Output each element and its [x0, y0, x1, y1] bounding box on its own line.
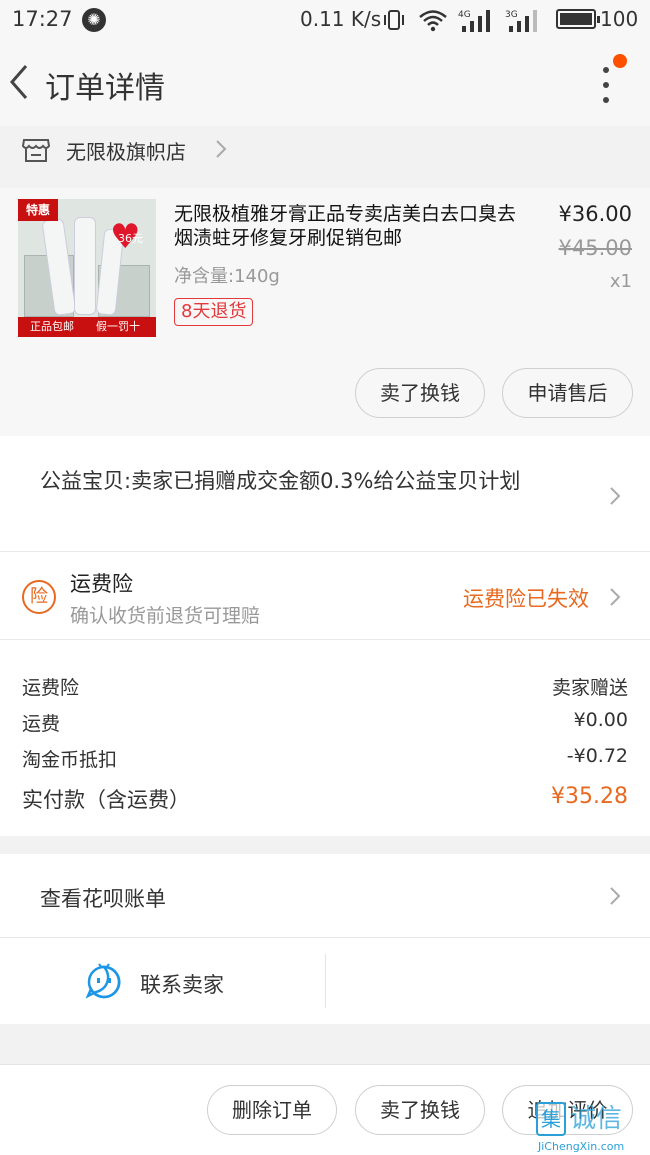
sell-for-cash-button[interactable]: 卖了换钱	[355, 368, 485, 418]
product-price: ¥36.00	[558, 202, 632, 226]
signal-4g-icon: 4G	[458, 10, 490, 32]
watermark-logo: 集	[536, 1102, 566, 1136]
watermark-text: 诚信	[570, 1104, 623, 1134]
nav-bar: 订单详情	[0, 40, 650, 126]
delete-order-button[interactable]: 删除订单	[207, 1085, 337, 1135]
fee-value: 卖家赠送	[551, 677, 628, 699]
sell-for-cash-button[interactable]: 卖了换钱	[355, 1085, 485, 1135]
total-row: 实付款（含运费） ¥35.28	[22, 784, 628, 814]
signal-3g-label: 3G	[505, 10, 518, 20]
notification-dot	[613, 54, 627, 68]
fee-label: 运费	[22, 713, 61, 735]
product-original-price: ¥45.00	[558, 236, 632, 260]
fee-row: 淘金币抵扣 -¥0.72	[22, 745, 628, 772]
after-sale-button[interactable]: 申请售后	[502, 368, 633, 418]
signal-4g-label: 4G	[458, 10, 471, 20]
signal-3g-icon: 3G	[505, 10, 537, 32]
product-image-badge: 特惠	[18, 199, 58, 221]
fee-summary: 运费险 卖家赠送 运费 ¥0.00 淘金币抵扣 -¥0.72 实付款（含运费） …	[0, 640, 650, 836]
charity-row[interactable]: 公益宝贝:卖家已捐赠成交金额0.3%给公益宝贝计划	[0, 436, 650, 552]
wifi-icon	[419, 10, 447, 32]
insurance-subtitle: 确认收货前退货可理赔	[70, 605, 261, 627]
watermark: 集 诚信 JiChengXin.com	[536, 1102, 650, 1155]
chevron-right-icon	[216, 140, 227, 158]
more-vertical-icon[interactable]	[596, 65, 616, 105]
vibrate-icon	[384, 10, 404, 30]
fee-value: ¥0.00	[573, 709, 628, 731]
watermark-url: JiChengXin.com	[538, 1140, 625, 1153]
huabei-bill-label: 查看花呗账单	[40, 887, 166, 911]
product-spec: 净含量:140g	[174, 266, 280, 287]
insurance-status: 运费险已失效	[463, 587, 589, 611]
contact-seller-button[interactable]: 联系卖家	[140, 969, 224, 999]
divider	[325, 954, 326, 1008]
battery-icon	[556, 9, 600, 29]
section-gap	[0, 836, 650, 854]
total-label: 实付款（含运费）	[22, 788, 190, 812]
contact-row: 联系卖家	[0, 938, 650, 1024]
fee-label: 运费险	[22, 677, 80, 699]
total-value: ¥35.28	[551, 784, 628, 809]
sync-icon: ✺	[82, 8, 106, 32]
insurance-icon: 险	[22, 580, 56, 614]
refund-badge: 8天退货	[174, 298, 254, 326]
fee-row: 运费 ¥0.00	[22, 709, 628, 736]
fee-label: 淘金币抵扣	[22, 749, 118, 771]
product-image[interactable]: 特惠 ♥ 36元 正品包邮 假一罚十	[18, 199, 156, 337]
shop-row[interactable]: 无限极旗帜店	[0, 126, 650, 188]
product-image-strip: 正品包邮 假一罚十	[18, 317, 156, 337]
product-quantity: x1	[609, 271, 632, 292]
order-item[interactable]: 特惠 ♥ 36元 正品包邮 假一罚十 无限极植雅牙膏正品专卖店美白去口臭去烟渍蛀…	[0, 188, 650, 436]
product-image-heart-text: 36元	[118, 232, 143, 245]
fee-row: 运费险 卖家赠送	[22, 673, 628, 700]
chat-face-icon[interactable]	[85, 963, 123, 999]
shipping-insurance-row[interactable]: 险 运费险 确认收货前退货可理赔 运费险已失效	[0, 552, 650, 640]
battery-level: 100	[600, 7, 639, 31]
product-title[interactable]: 无限极植雅牙膏正品专卖店美白去口臭去烟渍蛀牙修复牙刷促销包邮	[174, 202, 526, 250]
store-icon	[22, 139, 50, 162]
shop-name[interactable]: 无限极旗帜店	[66, 136, 186, 165]
charity-text: 公益宝贝:卖家已捐赠成交金额0.3%给公益宝贝计划	[40, 469, 521, 493]
product-image-strip-left: 正品包邮	[30, 320, 74, 333]
huabei-bill-row[interactable]: 查看花呗账单	[0, 854, 650, 938]
chevron-right-icon	[610, 887, 621, 905]
network-speed: 0.11 K/s	[300, 7, 382, 31]
status-time: 17:27	[12, 7, 73, 31]
section-gap	[0, 1024, 650, 1064]
product-image-strip-right: 假一罚十	[96, 320, 140, 333]
insurance-title: 运费险	[70, 572, 133, 596]
status-bar: 17:27 ✺ 0.11 K/s 4G 3G 100	[0, 0, 650, 40]
back-icon[interactable]	[6, 62, 36, 102]
chevron-right-icon	[610, 487, 621, 505]
page-title: 订单详情	[45, 71, 165, 106]
fee-value: -¥0.72	[566, 745, 628, 767]
chevron-right-icon	[610, 588, 621, 606]
